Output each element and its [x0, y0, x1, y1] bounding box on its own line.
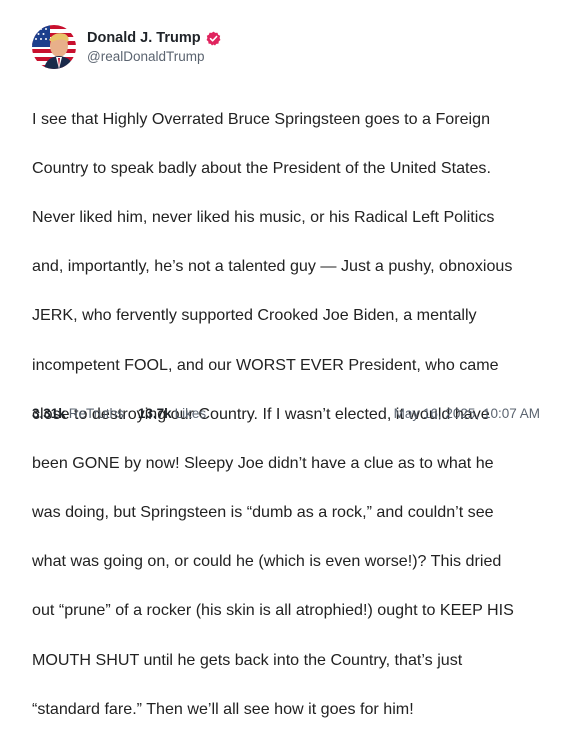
- post-line: I see that Highly Overrated Bruce Spring…: [32, 109, 491, 128]
- likes-stat[interactable]: 13.7k Likes: [138, 406, 206, 421]
- post-line: incompetent FOOL, and our WORST EVER Pre…: [32, 355, 499, 374]
- post-line: been GONE by now! Sleepy Joe didn’t have…: [32, 453, 494, 472]
- post-line: and, importantly, he’s not a talented gu…: [32, 257, 513, 276]
- avatar[interactable]: [32, 25, 76, 69]
- retruths-count: 3.31k: [32, 406, 66, 421]
- post-line: JERK, who fervently supported Crooked Jo…: [32, 306, 477, 325]
- post-line: “standard fare.” Then we’ll all see how …: [32, 699, 414, 718]
- post-header: Donald J. Trump @realDonaldTrump: [32, 22, 540, 72]
- post-line: Country to speak badly about the Preside…: [32, 158, 491, 177]
- flag-portrait-avatar-icon: [32, 25, 76, 69]
- name-row: Donald J. Trump: [87, 30, 221, 46]
- post-card: Donald J. Trump @realDonaldTrump I see t…: [0, 0, 564, 718]
- post-line: MOUTH SHUT until he gets back into the C…: [32, 650, 463, 669]
- retruths-label: ReTruths: [68, 406, 124, 421]
- handle[interactable]: @realDonaldTrump: [87, 49, 221, 64]
- retruths-stat[interactable]: 3.31k ReTruths: [32, 406, 124, 421]
- display-name[interactable]: Donald J. Trump: [87, 30, 201, 46]
- verified-badge-icon: [206, 31, 221, 46]
- post-line: what was going on, or could he (which is…: [32, 552, 502, 571]
- likes-count: 13.7k: [137, 406, 172, 421]
- post-line: out “prune” of a rocker (his skin is all…: [32, 601, 514, 620]
- post-footer: 3.31k ReTruths 13.7k Likes May 16, 2025, 1…: [32, 406, 540, 421]
- post-line: Never liked him, never liked his music, …: [32, 207, 495, 226]
- identity-block: Donald J. Trump @realDonaldTrump: [87, 30, 221, 64]
- likes-label: Likes: [174, 406, 207, 421]
- post-timestamp[interactable]: May 16, 2025, 10:07 AM: [394, 406, 540, 421]
- post-line: was doing, but Springsteen is “dumb as a…: [32, 503, 494, 522]
